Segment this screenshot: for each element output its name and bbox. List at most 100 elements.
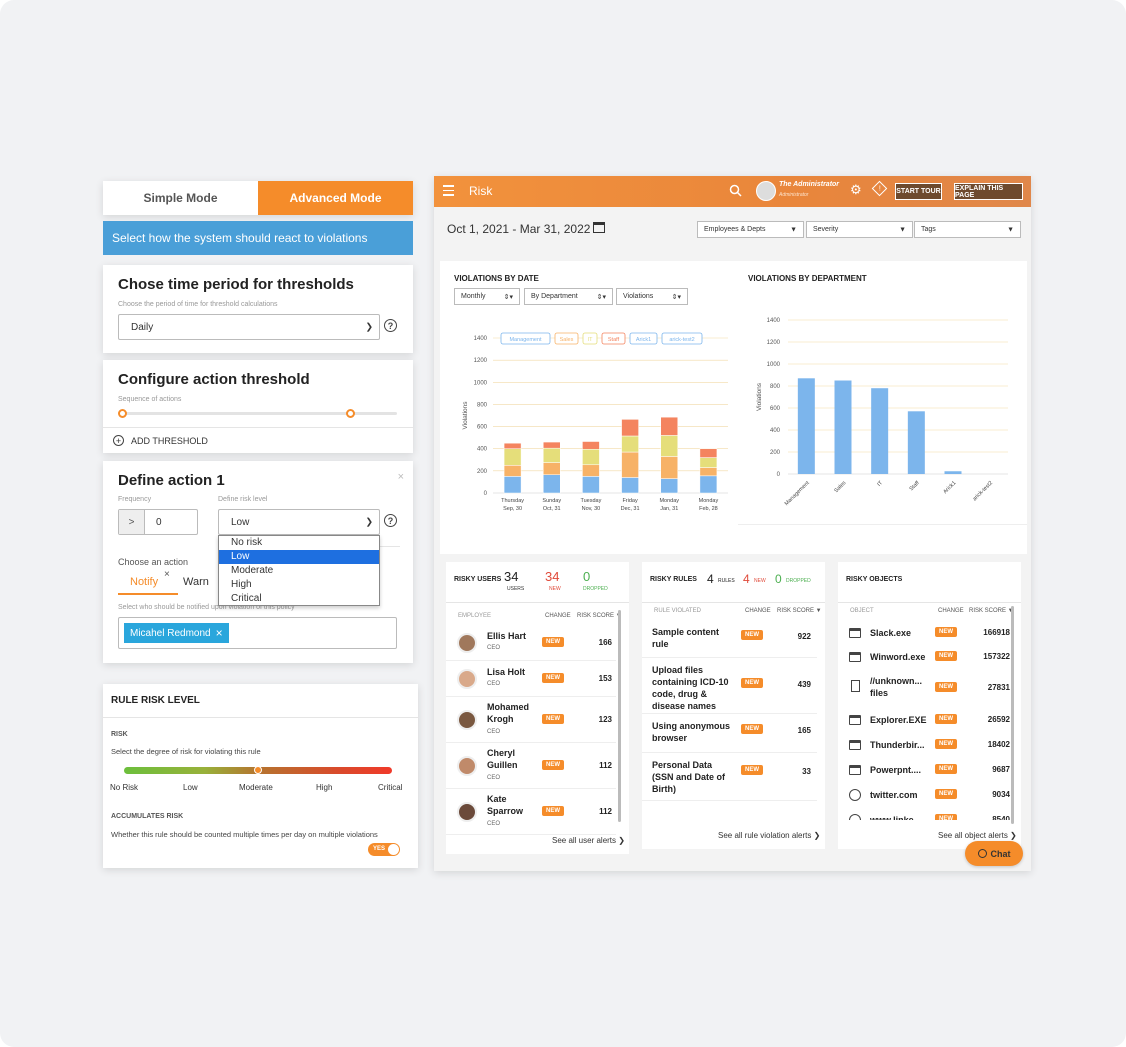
action-threshold-title: Configure action threshold: [118, 371, 310, 388]
frequency-label: Frequency: [118, 496, 152, 503]
table-row[interactable]: Upload files containing ICD-10 code, dru…: [642, 658, 817, 714]
avatar[interactable]: [756, 181, 776, 201]
table-row[interactable]: Kate Sparrow CEO NEW 112: [446, 789, 616, 835]
table-row[interactable]: Using anonymous browser NEW 165: [642, 714, 817, 753]
group-select[interactable]: By Department ⇕▾: [524, 288, 613, 305]
chat-button[interactable]: Chat: [965, 841, 1023, 866]
employee-title: CEO: [487, 645, 501, 651]
col-risk-score[interactable]: RISK SCORE ▼: [969, 608, 1014, 614]
rule-risk-title: RULE RISK LEVEL: [111, 695, 200, 706]
search-icon[interactable]: [729, 184, 742, 197]
object-name: www.linke...: [870, 814, 922, 821]
scrollbar[interactable]: [1011, 606, 1014, 824]
bar: [834, 380, 852, 474]
bar-segment: [582, 441, 600, 450]
calendar-icon[interactable]: [593, 222, 605, 233]
globe-icon: [849, 813, 861, 820]
scrollbar[interactable]: [618, 610, 621, 822]
col-risk-score[interactable]: RISK SCORE ▼: [577, 613, 622, 619]
recipient-chip[interactable]: Micahel Redmond ×: [124, 623, 229, 643]
col-risk-score[interactable]: RISK SCORE ▼: [777, 608, 822, 614]
bar-segment: [503, 476, 522, 494]
start-tour-button[interactable]: START TOUR: [895, 183, 942, 200]
dropdown-option[interactable]: No risk: [219, 536, 379, 550]
threshold-handle[interactable]: [346, 409, 355, 418]
dropdown-option[interactable]: High: [219, 578, 379, 592]
table-row[interactable]: //unknown... files NEW 27831: [838, 668, 1010, 707]
object-name: Powerpnt....: [870, 764, 922, 775]
col-rule-violated: RULE VIOLATED: [654, 608, 701, 614]
tab-notify[interactable]: Notify: [130, 576, 158, 588]
bar-segment: [543, 462, 561, 475]
help-icon[interactable]: ?: [384, 514, 397, 527]
date-range[interactable]: Oct 1, 2021 - Mar 31, 2022: [447, 222, 590, 236]
remove-tab-icon[interactable]: ×: [164, 569, 170, 580]
see-all-rule-alerts-link[interactable]: See all rule violation alerts ❯: [718, 831, 820, 840]
threshold-handle-start[interactable]: [118, 409, 127, 418]
table-row[interactable]: Thunderbir... NEW 18402: [838, 732, 1010, 757]
dropdown-option-selected[interactable]: Low: [219, 550, 379, 564]
legend-label: Arick1: [636, 337, 651, 343]
table-row[interactable]: Slack.exe NEW 166918: [838, 620, 1010, 645]
period-select[interactable]: Monthly ⇕▾: [454, 288, 520, 305]
plus-circle-icon: +: [113, 435, 124, 446]
rule-name: Using anonymous browser: [652, 721, 731, 743]
caret-down-icon: ▼: [899, 226, 906, 233]
dropdown-option[interactable]: Critical: [219, 592, 379, 606]
filter-employees[interactable]: Employees & Depts ▼: [697, 221, 804, 238]
dropdown-option[interactable]: Moderate: [219, 564, 379, 578]
change-badge: NEW: [935, 763, 957, 774]
bar-segment: [503, 448, 522, 466]
see-all-rule-alerts-label: See all rule violation alerts: [718, 831, 812, 840]
see-all-user-alerts-link[interactable]: See all user alerts ❯: [552, 836, 625, 845]
y-tick-label: 800: [477, 402, 488, 408]
table-row[interactable]: Explorer.EXE NEW 26592: [838, 707, 1010, 732]
y-axis-label: Violations: [462, 401, 469, 430]
violations-by-date-chart: 0 200 400 600 800 1000 1200 1400 Violations Thurs…: [462, 332, 728, 512]
simple-mode-tab[interactable]: Simple Mode: [103, 181, 258, 215]
table-row[interactable]: Cheryl Guillen CEO NEW 112: [446, 743, 616, 789]
dropped-count-label: DROPPED: [583, 586, 608, 592]
accumulates-toggle[interactable]: YES: [368, 843, 400, 856]
see-all-object-alerts-link[interactable]: See all object alerts ❯: [938, 831, 1017, 840]
table-row[interactable]: Winword.exe NEW 157322: [838, 645, 1010, 668]
alert-icon[interactable]: !: [871, 180, 888, 197]
help-icon[interactable]: ?: [384, 319, 397, 332]
table-row[interactable]: www.linke... NEW 8540: [838, 807, 1010, 820]
frequency-input[interactable]: > 0: [118, 509, 198, 535]
recipient-input[interactable]: Micahel Redmond ×: [118, 617, 397, 649]
remove-chip-icon[interactable]: ×: [216, 626, 223, 640]
employee-name: Lisa Holt: [487, 667, 526, 677]
y-tick-label: 400: [770, 428, 781, 434]
change-badge: NEW: [935, 650, 957, 661]
x-tick-label: Thursday: [501, 498, 524, 504]
table-row[interactable]: Powerpnt.... NEW 9687: [838, 757, 1010, 782]
risk-level-dropdown: No risk Low Moderate High Critical: [218, 535, 380, 606]
menu-icon[interactable]: [443, 185, 454, 196]
explain-page-button[interactable]: EXPLAIN THIS PAGE: [954, 183, 1023, 200]
table-row[interactable]: Personal Data (SSN and Date of Birth) NEW…: [642, 753, 817, 801]
table-row[interactable]: Ellis Hart CEO NEW 166: [446, 625, 616, 661]
time-period-value: Daily: [131, 321, 154, 333]
filter-severity[interactable]: Severity ▼: [806, 221, 913, 238]
frequency-operator[interactable]: >: [119, 510, 145, 534]
time-period-select[interactable]: Daily ❯: [118, 314, 380, 340]
legend-label: arick-test2: [669, 337, 694, 343]
table-row[interactable]: Lisa Holt CEO NEW 153: [446, 661, 616, 697]
user-role: Administrator: [779, 192, 809, 198]
gear-icon[interactable]: ⚙: [850, 182, 862, 198]
bar: [871, 388, 889, 474]
risk-level-select[interactable]: Low ❯: [218, 509, 380, 535]
filter-tags[interactable]: Tags ▼: [914, 221, 1021, 238]
risk-score: 123: [598, 715, 612, 724]
divider: [103, 427, 413, 428]
risk-slider-handle[interactable]: [254, 766, 262, 774]
close-icon[interactable]: ×: [398, 471, 404, 483]
table-row[interactable]: twitter.com NEW 9034: [838, 782, 1010, 807]
advanced-mode-tab[interactable]: Advanced Mode: [258, 181, 413, 215]
tab-warn[interactable]: Warn: [183, 576, 209, 588]
table-row[interactable]: Sample content rule NEW 922: [642, 620, 817, 658]
metric-select[interactable]: Violations ⇕▾: [616, 288, 688, 305]
add-threshold-button[interactable]: + ADD THRESHOLD: [113, 435, 208, 446]
table-row[interactable]: Mohamed Krogh CEO NEW 123: [446, 697, 616, 743]
